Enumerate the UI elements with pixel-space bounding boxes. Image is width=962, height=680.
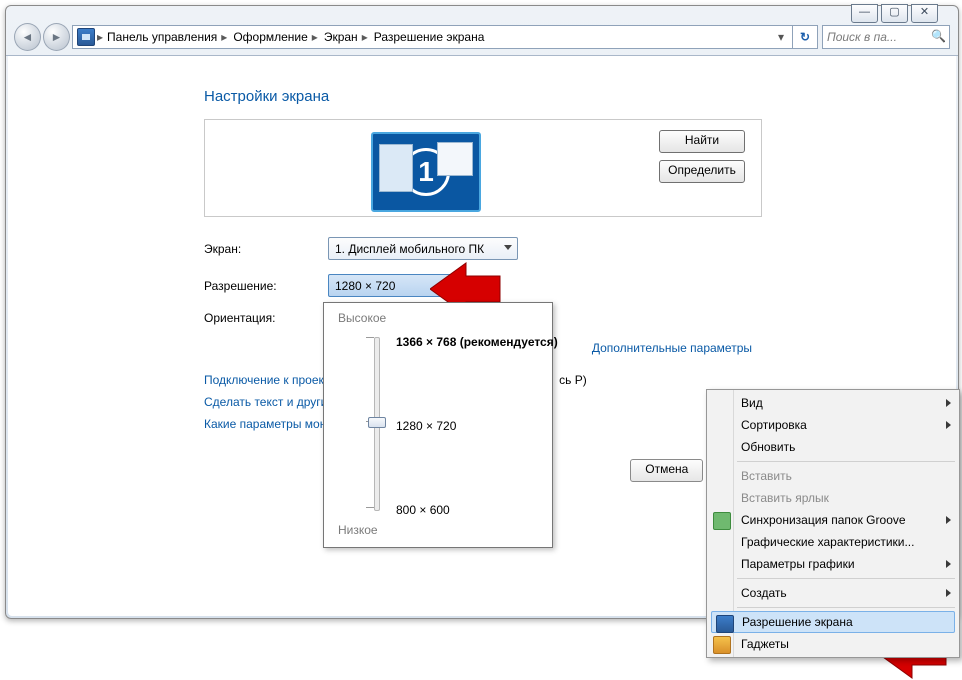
ctx-create[interactable]: Создать bbox=[709, 582, 957, 604]
submenu-arrow-icon bbox=[946, 399, 951, 407]
ctx-graphics-parameters[interactable]: Параметры графики bbox=[709, 553, 957, 575]
toolbar: ◄ ► ▸ Панель управления▸ Оформление▸ Экр… bbox=[14, 23, 950, 51]
resolution-slider[interactable] bbox=[366, 337, 386, 509]
desktop-context-menu: Вид Сортировка Обновить Вставить Вставит… bbox=[706, 389, 960, 658]
slider-high-label: Высокое bbox=[338, 311, 552, 325]
refresh-button[interactable]: ↻ bbox=[793, 25, 818, 49]
slider-tick-recommended: 1366 × 768 (рекомендуется) bbox=[396, 335, 558, 349]
monitor-number: 1 bbox=[402, 148, 450, 196]
resolution-row: Разрешение: 1280 × 720 bbox=[204, 274, 956, 297]
slider-tick-min: 800 × 600 bbox=[396, 503, 450, 517]
forward-icon: ► bbox=[51, 30, 63, 44]
crumb-sep: ▸ bbox=[97, 30, 103, 44]
submenu-arrow-icon bbox=[946, 560, 951, 568]
ctx-paste: Вставить bbox=[709, 465, 957, 487]
orientation-row: Ориентация: bbox=[204, 311, 956, 325]
minimize-button[interactable]: — bbox=[851, 4, 878, 23]
nav-buttons: ◄ ► bbox=[14, 23, 72, 51]
breadcrumb[interactable]: Панель управления▸ bbox=[105, 30, 229, 44]
submenu-arrow-icon bbox=[946, 516, 951, 524]
submenu-arrow-icon bbox=[946, 589, 951, 597]
ctx-refresh[interactable]: Обновить bbox=[709, 436, 957, 458]
caption-buttons: — ▢ ✕ bbox=[851, 4, 938, 23]
ctx-screen-resolution[interactable]: Разрешение экрана bbox=[711, 611, 955, 633]
page-title: Настройки экрана bbox=[204, 88, 956, 105]
resolution-value: 1280 × 720 bbox=[335, 279, 395, 293]
slider-low-label: Низкое bbox=[338, 523, 378, 537]
screen-row: Экран: 1. Дисплей мобильного ПК bbox=[204, 237, 956, 260]
advanced-settings-link[interactable]: Дополнительные параметры bbox=[592, 341, 752, 355]
which-settings-link[interactable]: Какие параметры мон bbox=[204, 417, 326, 431]
slider-thumb[interactable] bbox=[368, 417, 386, 428]
control-panel-icon bbox=[77, 28, 95, 46]
context-menu-separator bbox=[737, 578, 955, 579]
breadcrumb[interactable]: Разрешение экрана bbox=[372, 30, 487, 44]
screen-value: 1. Дисплей мобильного ПК bbox=[335, 242, 484, 256]
monitor-thumbnail[interactable]: 1 bbox=[371, 132, 481, 212]
ctx-groove-sync[interactable]: Синхронизация папок Groove bbox=[709, 509, 957, 531]
text-size-link[interactable]: Сделать текст и другие bbox=[204, 395, 334, 409]
resolution-slider-popup: Высокое 1366 × 768 (рекомендуется) 1280 … bbox=[323, 302, 553, 548]
submenu-arrow-icon bbox=[946, 421, 951, 429]
breadcrumb[interactable]: Экран▸ bbox=[322, 30, 370, 44]
screen-label: Экран: bbox=[204, 242, 328, 256]
refresh-icon: ↻ bbox=[800, 30, 810, 44]
search-input[interactable]: Поиск в па... 🔍 bbox=[822, 25, 950, 49]
chevron-down-icon bbox=[440, 282, 448, 287]
ctx-paste-shortcut: Вставить ярлык bbox=[709, 487, 957, 509]
cancel-button[interactable]: Отмена bbox=[630, 459, 703, 482]
ctx-sort[interactable]: Сортировка bbox=[709, 414, 957, 436]
forward-button[interactable]: ► bbox=[43, 23, 70, 51]
ctx-graphics-characteristics[interactable]: Графические характеристики... bbox=[709, 531, 957, 553]
address-bar[interactable]: ▸ Панель управления▸ Оформление▸ Экран▸ … bbox=[72, 25, 793, 49]
address-dropdown-icon[interactable]: ▾ bbox=[774, 30, 788, 44]
projector-suffix: сь P) bbox=[559, 373, 587, 387]
find-button[interactable]: Найти bbox=[659, 130, 745, 153]
chevron-down-icon bbox=[504, 245, 512, 250]
ctx-view[interactable]: Вид bbox=[709, 392, 957, 414]
search-icon[interactable]: 🔍 bbox=[931, 29, 946, 43]
projector-link[interactable]: Подключение к проек bbox=[204, 373, 324, 387]
ctx-gadgets[interactable]: Гаджеты bbox=[709, 633, 957, 655]
back-icon: ◄ bbox=[22, 30, 34, 44]
resolution-dropdown[interactable]: 1280 × 720 bbox=[328, 274, 454, 297]
context-menu-separator bbox=[737, 607, 955, 608]
back-button[interactable]: ◄ bbox=[14, 23, 41, 51]
search-placeholder: Поиск в па... bbox=[827, 30, 897, 44]
groove-icon bbox=[713, 512, 731, 530]
slider-tick-mid: 1280 × 720 bbox=[396, 419, 456, 433]
breadcrumb[interactable]: Оформление▸ bbox=[231, 30, 320, 44]
display-preview-panel: 1 Найти Определить bbox=[204, 119, 762, 217]
gadgets-icon bbox=[713, 636, 731, 654]
orientation-label: Ориентация: bbox=[204, 311, 328, 325]
monitor-icon bbox=[716, 615, 734, 633]
detect-button[interactable]: Определить bbox=[659, 160, 745, 183]
screen-dropdown[interactable]: 1. Дисплей мобильного ПК bbox=[328, 237, 518, 260]
maximize-button[interactable]: ▢ bbox=[881, 4, 908, 23]
resolution-label: Разрешение: bbox=[204, 279, 328, 293]
close-button[interactable]: ✕ bbox=[911, 4, 938, 23]
context-menu-separator bbox=[737, 461, 955, 462]
